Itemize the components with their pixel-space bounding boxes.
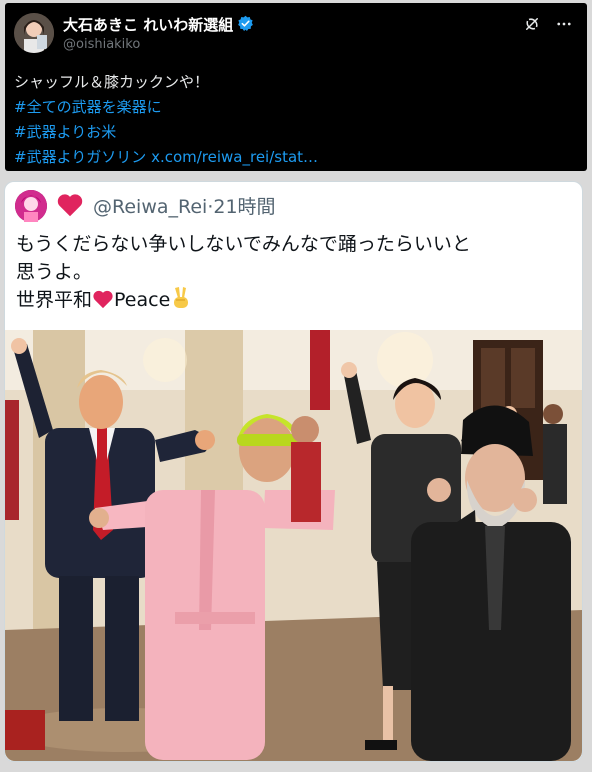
tweet-line: シャッフル＆膝カックンや！ (14, 73, 210, 91)
hashtag-link[interactable]: #武器よりお米 (14, 123, 116, 141)
quoted-tweet-card[interactable]: @Reiwa_Rei·21時間 もうくだらない争いしないでみんなで踊ったらいいと… (4, 181, 583, 762)
tweet-text: シャッフル＆膝カックンや！ #全ての武器を楽器に #武器よりお米 #武器よりガソ… (14, 70, 577, 170)
quoted-handle[interactable]: @Reiwa_Rei (93, 196, 207, 218)
quoted-line-3-b: Peace (114, 289, 171, 311)
victory-hand-emoji-icon (170, 286, 192, 310)
verified-badge-icon (237, 15, 254, 32)
quoted-line-1: もうくだらない争いしないでみんなで踊ったらいいと (16, 233, 471, 255)
quoted-url-link[interactable]: x.com/reiwa_rei/stat… (151, 148, 318, 166)
quoted-timestamp[interactable]: 21時間 (213, 196, 275, 218)
heart-emoji-icon (92, 289, 114, 309)
author-handle[interactable]: @oishiakiko (63, 37, 140, 52)
quoted-text: もうくだらない争いしないでみんなで踊ったらいいと 思うよ。 世界平和 Peace (16, 230, 572, 314)
quoted-line-3: 世界平和 Peace (16, 286, 572, 314)
quoted-author-avatar[interactable] (15, 190, 47, 222)
grok-icon[interactable] (523, 15, 541, 33)
more-options-icon[interactable] (555, 15, 573, 33)
quoted-meta: @Reiwa_Rei·21時間 (93, 192, 276, 219)
heart-emoji-icon (55, 190, 85, 220)
author-display-name[interactable]: 大石あきこ れいわ新選組 (63, 14, 233, 35)
hashtag-link[interactable]: #武器よりガソリン (14, 148, 146, 166)
hashtag-link[interactable]: #全ての武器を楽器に (14, 98, 162, 116)
quoted-line-2: 思うよ。 (16, 261, 93, 283)
tweet-card[interactable]: 大石あきこ れいわ新選組 @oishiakiko シャッフル＆膝カックンや！ #… (5, 3, 587, 171)
author-avatar[interactable] (14, 13, 54, 53)
quoted-line-3-a: 世界平和 (16, 289, 93, 311)
quoted-media-image[interactable] (5, 330, 582, 761)
